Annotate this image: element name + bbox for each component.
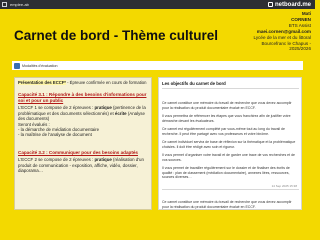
panel-heading-bold: Présentation des ECCF* (18, 80, 66, 85)
tab-evaluation-label: Modalités d'évaluation (22, 63, 58, 68)
divider (162, 189, 299, 190)
cap2-pratique: pratique (94, 157, 112, 163)
tab-selector-label: emplee-ab (10, 1, 29, 7)
cap1-line-pre: L'ECCF 1 se compose de 2 épreuves : (18, 105, 95, 111)
objectives-panel[interactable]: Les objectifs du carnet de bord Ce carne… (158, 77, 302, 210)
board-icon (14, 62, 20, 69)
post-date: 14 Sep 2025 15:38 (271, 184, 297, 188)
objectives-title: Les objectifs du carnet de bord (162, 81, 226, 86)
page-title: Carnet de bord - Thème culturel (14, 28, 219, 43)
tab-selector[interactable]: emplee-ab (2, 1, 29, 8)
checkbox-icon[interactable] (2, 2, 7, 7)
objectives-paragraph: Il vous permet de travailler régulièreme… (162, 166, 290, 179)
capacity-3-2-title: Capacité 3.2 : Communiquer pour des beso… (18, 149, 138, 155)
cap1-criterion-2: - la maîtrise de l'analyse de document (18, 132, 92, 138)
cap1-ecrite: écrite (114, 110, 127, 116)
nav-bar: Modalités d'évaluation (12, 61, 303, 70)
top-bar: emplee-ab netboard.me (0, 0, 315, 9)
panel-heading-rest: - Épreuve confirmée en cours de formatio… (65, 80, 147, 85)
cap2-line-pre: L'ECCF 2 se compose de 2 épreuves : (18, 157, 95, 163)
netboard-logo[interactable]: netboard.me (267, 0, 311, 9)
objectives-paragraph: Il vous permet d'organiser votre travail… (162, 153, 295, 162)
tab-evaluation[interactable]: Modalités d'évaluation (14, 62, 57, 69)
netboard-logo-icon (267, 2, 273, 7)
user-school: Lycée de la mer et du littoral (253, 34, 311, 40)
capacity-3-1-title: Capacité 3.1 : Répondre à des besoins d'… (18, 92, 147, 103)
capacity-3-2-body: L'ECCF 2 se compose de 2 épreuves : prat… (15, 155, 151, 173)
user-email: maei.cornen@gmail.com (256, 28, 311, 34)
user-year: 2025/2026 (289, 46, 311, 52)
panel-heading: Présentation des ECCF* - Épreuve confirm… (15, 78, 151, 87)
objectives-paragraph: Ce carnet individuel servira de base de … (162, 140, 296, 149)
divider (162, 88, 299, 89)
objectives-paragraph: Il vous permettra de référencer les étap… (162, 114, 291, 123)
netboard-logo-text: netboard.me (274, 1, 311, 8)
evaluation-panel[interactable]: Présentation des ECCF* - Épreuve confirm… (14, 77, 152, 210)
capacity-3-1-body: L'ECCF 1 se compose de 2 épreuves : prat… (15, 103, 151, 137)
objectives-paragraph: Ce carnet est régulièrement complété par… (162, 127, 285, 136)
cap1-pratique: pratique (94, 105, 112, 111)
user-info: Mati CORNEN BTS Assist maei.cornen@gmail… (253, 11, 311, 52)
objectives-paragraph: Ce carnet constitue une mémoire du trava… (162, 101, 292, 110)
objectives-paragraph: Ce carnet constitue une mémoire du trava… (162, 200, 292, 209)
